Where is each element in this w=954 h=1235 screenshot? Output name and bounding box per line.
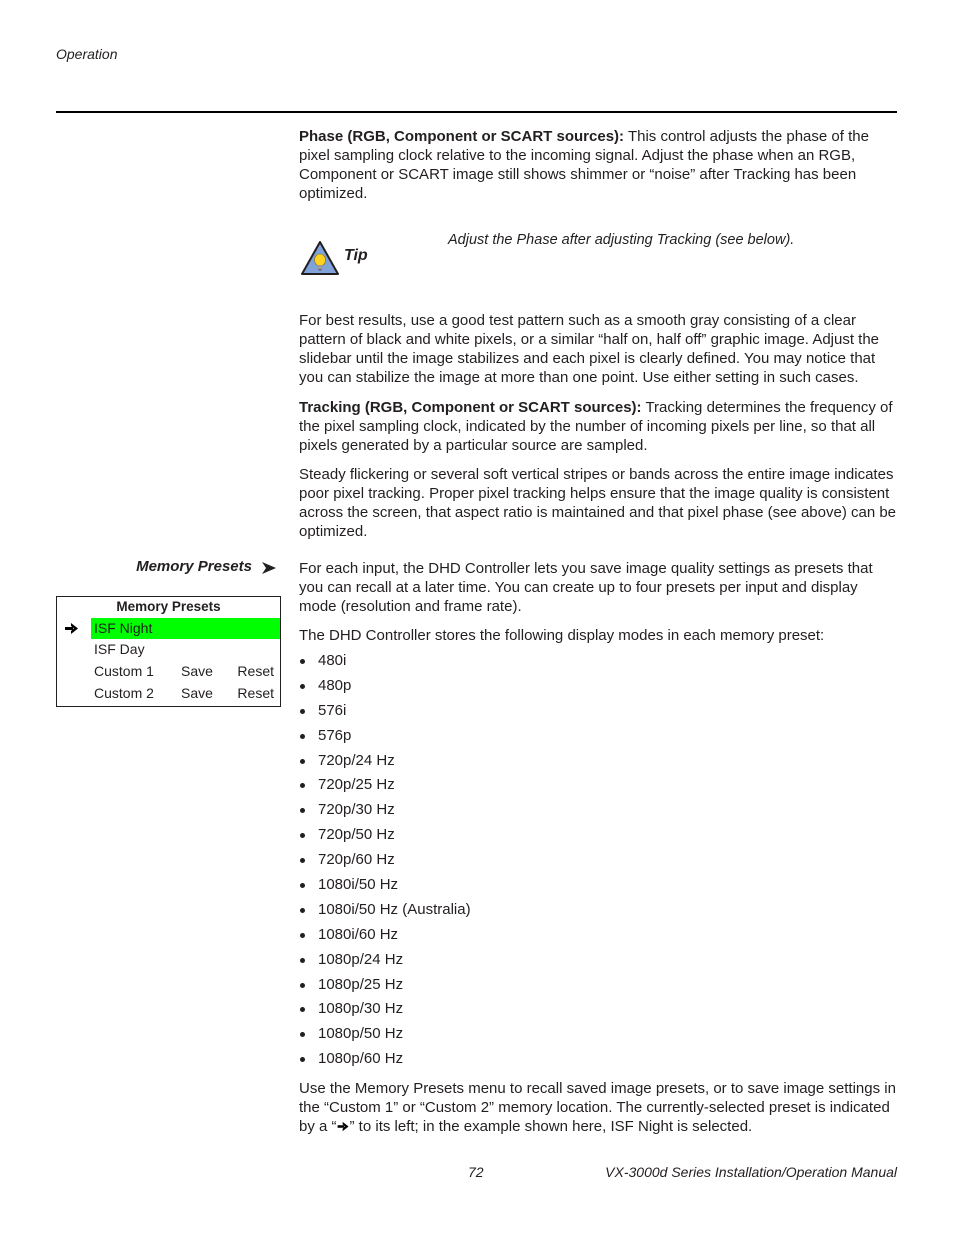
custom-2-save-button[interactable]: Save xyxy=(181,683,213,704)
memory-presets-intro: For each input, the DHD Controller lets … xyxy=(299,559,897,616)
display-mode-item: 480i xyxy=(299,651,897,676)
display-mode-item: 720p/60 Hz xyxy=(299,850,897,875)
usage-paragraph: Use the Memory Presets menu to recall sa… xyxy=(299,1079,897,1136)
display-mode-item: 1080p/25 Hz xyxy=(299,975,897,1000)
memory-presets-menu: Memory Presets ISF Night ISF Day Custom … xyxy=(56,596,281,707)
menu-item-label: ISF Night xyxy=(94,620,153,636)
tracking-heading: Tracking (RGB, Component or SCART source… xyxy=(299,399,642,416)
tip-label: Tip xyxy=(344,247,368,264)
display-mode-item: 576i xyxy=(299,701,897,726)
usage-text-2: ” to its left; in the example shown here… xyxy=(349,1118,753,1135)
phase-paragraph: Phase (RGB, Component or SCART sources):… xyxy=(299,127,897,203)
tip-text: Adjust the Phase after adjusting Trackin… xyxy=(448,232,795,248)
display-mode-item: 720p/50 Hz xyxy=(299,825,897,850)
menu-item-custom-1[interactable]: Custom 1 Save Reset xyxy=(57,661,280,682)
menu-item-label: Custom 2 xyxy=(94,685,154,701)
custom-1-save-button[interactable]: Save xyxy=(181,661,213,682)
display-mode-item: 720p/30 Hz xyxy=(299,800,897,825)
side-heading-arrow-icon xyxy=(262,562,276,574)
display-mode-item: 576p xyxy=(299,726,897,751)
running-header-section: Operation xyxy=(56,46,118,62)
display-mode-item: 720p/25 Hz xyxy=(299,775,897,800)
modes-intro-text: The DHD Controller stores the following … xyxy=(299,627,825,644)
tracking-paragraph-2: Steady flickering or several soft vertic… xyxy=(299,465,897,541)
best-results-paragraph: For best results, use a good test patter… xyxy=(299,311,897,387)
display-modes-list-container: 480i 480p 576i 576p 720p/24 Hz 720p/25 Hz 720p… xyxy=(299,651,897,1074)
manual-title: VX-3000d Series Installation/Operation M… xyxy=(605,1164,897,1180)
memory-presets-intro-text: For each input, the DHD Controller lets … xyxy=(299,560,873,615)
display-mode-item: 1080i/50 Hz (Australia) xyxy=(299,900,897,925)
display-mode-item: 1080p/30 Hz xyxy=(299,999,897,1024)
selected-arrow-icon xyxy=(337,1121,349,1132)
display-mode-item: 480p xyxy=(299,676,897,701)
display-mode-item: 1080i/60 Hz xyxy=(299,925,897,950)
display-mode-item: 720p/24 Hz xyxy=(299,751,897,776)
display-modes-list: 480i 480p 576i 576p 720p/24 Hz 720p/25 Hz 720p… xyxy=(299,651,897,1074)
display-mode-item: 1080i/50 Hz xyxy=(299,875,897,900)
custom-1-reset-button[interactable]: Reset xyxy=(237,661,274,682)
menu-item-label: ISF Day xyxy=(94,641,145,657)
menu-item-isf-night[interactable]: ISF Night xyxy=(57,618,280,639)
memory-presets-side-heading: Memory Presets xyxy=(136,558,252,575)
tracking-text-2: Steady flickering or several soft vertic… xyxy=(299,466,897,540)
display-mode-item: 1080p/50 Hz xyxy=(299,1024,897,1049)
menu-item-label: Custom 1 xyxy=(94,663,154,679)
modes-intro: The DHD Controller stores the following … xyxy=(299,626,897,645)
page-number: 72 xyxy=(468,1164,484,1180)
menu-item-isf-day[interactable]: ISF Day xyxy=(57,639,280,660)
display-mode-item: 1080p/60 Hz xyxy=(299,1049,897,1074)
display-mode-item: 1080p/24 Hz xyxy=(299,950,897,975)
phase-heading: Phase (RGB, Component or SCART sources): xyxy=(299,128,625,145)
best-results-text: For best results, use a good test patter… xyxy=(299,312,880,386)
menu-item-custom-2[interactable]: Custom 2 Save Reset xyxy=(57,683,280,704)
menu-title: Memory Presets xyxy=(116,599,221,614)
tip-lightbulb-icon xyxy=(301,241,339,275)
custom-2-reset-button[interactable]: Reset xyxy=(237,683,274,704)
selected-arrow-icon xyxy=(65,623,78,634)
tracking-paragraph: Tracking (RGB, Component or SCART source… xyxy=(299,398,897,455)
header-rule xyxy=(56,111,897,113)
